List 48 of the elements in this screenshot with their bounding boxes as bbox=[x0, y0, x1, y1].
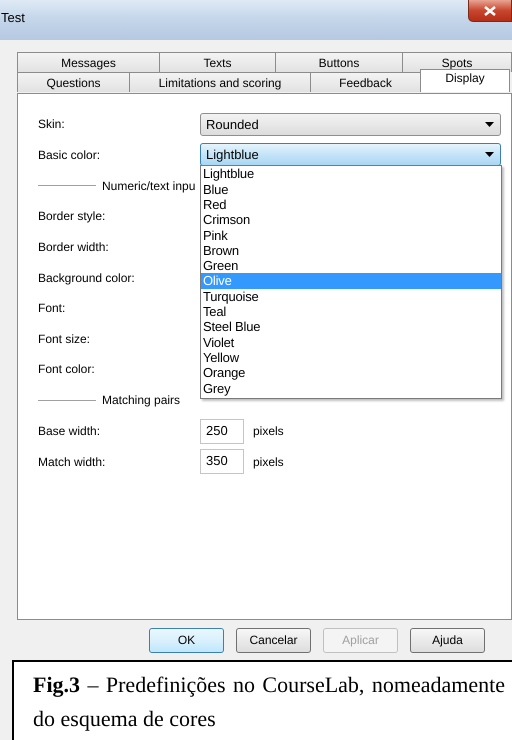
dropdown-option[interactable]: Yellow bbox=[201, 350, 501, 366]
tab[interactable]: Messages bbox=[17, 52, 160, 72]
field-label: Border style: bbox=[38, 209, 106, 224]
input-field[interactable]: 250 bbox=[200, 418, 244, 444]
dropdown-option[interactable]: Green bbox=[201, 258, 501, 274]
field-label: Skin: bbox=[38, 117, 66, 132]
field-label: Font size: bbox=[38, 332, 92, 346]
field-label: Font: bbox=[38, 301, 66, 316]
close-icon bbox=[484, 6, 496, 16]
field-label: Base width: bbox=[38, 424, 102, 438]
input-field[interactable]: 350 bbox=[200, 449, 244, 474]
dropdown-option[interactable]: Turquoise bbox=[201, 288, 501, 304]
unit-label: pixels bbox=[253, 454, 284, 469]
close-button[interactable] bbox=[468, 0, 512, 22]
dropdown-option[interactable]: Lightblue bbox=[201, 166, 501, 182]
tab[interactable]: Feedback bbox=[310, 72, 421, 92]
tab[interactable]: Questions bbox=[17, 72, 130, 92]
dropdown-option[interactable]: Violet bbox=[201, 334, 501, 350]
window-title: Test bbox=[1, 10, 25, 26]
field-label: Font color: bbox=[38, 362, 96, 376]
tab[interactable]: Buttons bbox=[275, 52, 403, 72]
dropdown-option[interactable]: Orange bbox=[201, 365, 501, 381]
dropdown-option[interactable]: Grey bbox=[201, 380, 501, 396]
figure-caption: Fig.3 – Predefinições no CourseLab, nomeadamente do esquema de cores bbox=[33, 671, 505, 733]
dialog-button[interactable]: OK bbox=[149, 628, 224, 652]
section-heading: Matching pairs bbox=[102, 393, 180, 408]
field-label: Border width: bbox=[38, 240, 110, 254]
field-label: Match width: bbox=[38, 454, 106, 469]
dropdown-option[interactable]: Blue bbox=[201, 182, 501, 197]
dropdown[interactable]: Rounded bbox=[200, 112, 501, 136]
tab[interactable]: Display bbox=[420, 69, 510, 92]
dropdown-option[interactable]: Crimson bbox=[201, 212, 501, 228]
dropdown-option[interactable]: Steel Blue bbox=[201, 319, 501, 335]
dropdown-option[interactable]: Pink bbox=[201, 228, 501, 243]
tab[interactable]: Limitations and scoring bbox=[129, 72, 311, 92]
field-label: Basic color: bbox=[38, 148, 102, 162]
caret-icon bbox=[485, 122, 494, 127]
dialog-button[interactable]: Cancelar bbox=[236, 628, 311, 652]
dropdown-option[interactable]: Red bbox=[201, 196, 501, 212]
field-label: Background color: bbox=[38, 270, 136, 285]
section-heading: Numeric/text inpu bbox=[102, 178, 196, 193]
dropdown-option[interactable]: Teal bbox=[201, 304, 501, 320]
caret-icon bbox=[485, 152, 494, 158]
dropdown-option[interactable]: Brown bbox=[201, 242, 501, 258]
tab[interactable]: Texts bbox=[159, 52, 276, 72]
unit-label: pixels bbox=[253, 424, 284, 438]
dropdown[interactable]: Lightblue bbox=[200, 143, 501, 166]
dialog-button[interactable]: Ajuda bbox=[410, 628, 485, 652]
